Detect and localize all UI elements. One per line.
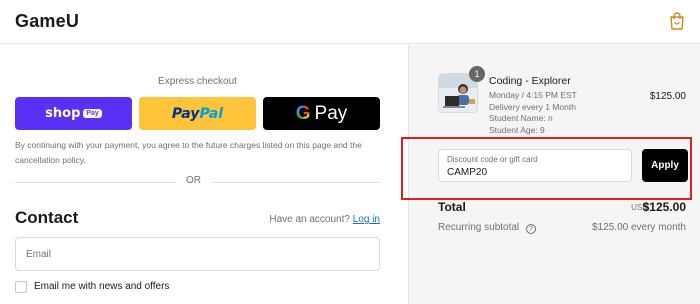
email-field[interactable]	[15, 237, 380, 271]
recurring-subtotal-value: $125.00 every month	[592, 222, 686, 233]
account-prompt: Have an account? Log in	[269, 214, 380, 225]
shopping-bag-icon[interactable]	[669, 11, 685, 31]
or-divider: OR	[15, 175, 380, 189]
recurring-subtotal-label: Recurring subtotal ?	[438, 222, 536, 234]
paypal-button[interactable]: PayPal	[139, 97, 256, 130]
quantity-badge: 1	[469, 66, 485, 82]
paypal-logo-part1: Pay	[171, 105, 200, 122]
apply-discount-button[interactable]: Apply	[642, 149, 688, 182]
paypal-logo: PayPal	[172, 106, 223, 122]
checkout-header: GameU	[0, 0, 700, 44]
google-pay-button[interactable]: G Pay	[263, 97, 380, 130]
total-label: Total	[438, 200, 466, 214]
discount-code-label: Discount code or gift card	[447, 155, 538, 164]
product-schedule: Monday / 4:15 PM EST	[489, 90, 577, 100]
order-summary: 1 Coding - Explorer Monday / 4:15 PM EST…	[408, 45, 700, 304]
shop-pay-label: shop	[45, 106, 81, 121]
product-student-age: Student Age: 9	[489, 125, 545, 135]
info-icon[interactable]: ?	[525, 224, 536, 234]
account-prompt-text: Have an account?	[269, 214, 350, 225]
google-pay-label: Pay	[314, 102, 348, 124]
paypal-logo-part2: Pal	[199, 105, 224, 122]
express-checkout-title: Express checkout	[158, 76, 237, 87]
shop-pay-button[interactable]: shop Pay	[15, 97, 132, 130]
discount-code-value: CAMP20	[447, 167, 488, 178]
product-title: Coding - Explorer	[489, 75, 571, 87]
total-amount: $125.00	[642, 200, 686, 214]
newsletter-label: Email me with news and offers	[34, 281, 170, 292]
or-label: OR	[186, 175, 201, 186]
newsletter-checkbox[interactable]	[15, 281, 27, 293]
shop-pay-chip: Pay	[83, 109, 102, 118]
recurring-subtotal-text: Recurring subtotal	[438, 222, 520, 233]
google-g-icon: G	[295, 102, 311, 124]
discount-code-field[interactable]: Discount code or gift card CAMP20	[438, 149, 632, 182]
contact-heading: Contact	[15, 208, 79, 227]
divider-line-left	[15, 182, 175, 183]
product-price: $125.00	[649, 91, 686, 102]
login-link[interactable]: Log in	[353, 214, 380, 225]
product-delivery: Delivery every 1 Month	[489, 102, 576, 112]
divider-line-right	[212, 182, 380, 183]
payment-disclaimer: By continuing with your payment, you agr…	[15, 140, 362, 165]
product-student-name: Student Name: n	[489, 113, 553, 123]
brand-logo[interactable]: GameU	[15, 11, 79, 32]
checkout-main: Express checkout shop Pay PayPal G Pay B…	[0, 45, 408, 304]
